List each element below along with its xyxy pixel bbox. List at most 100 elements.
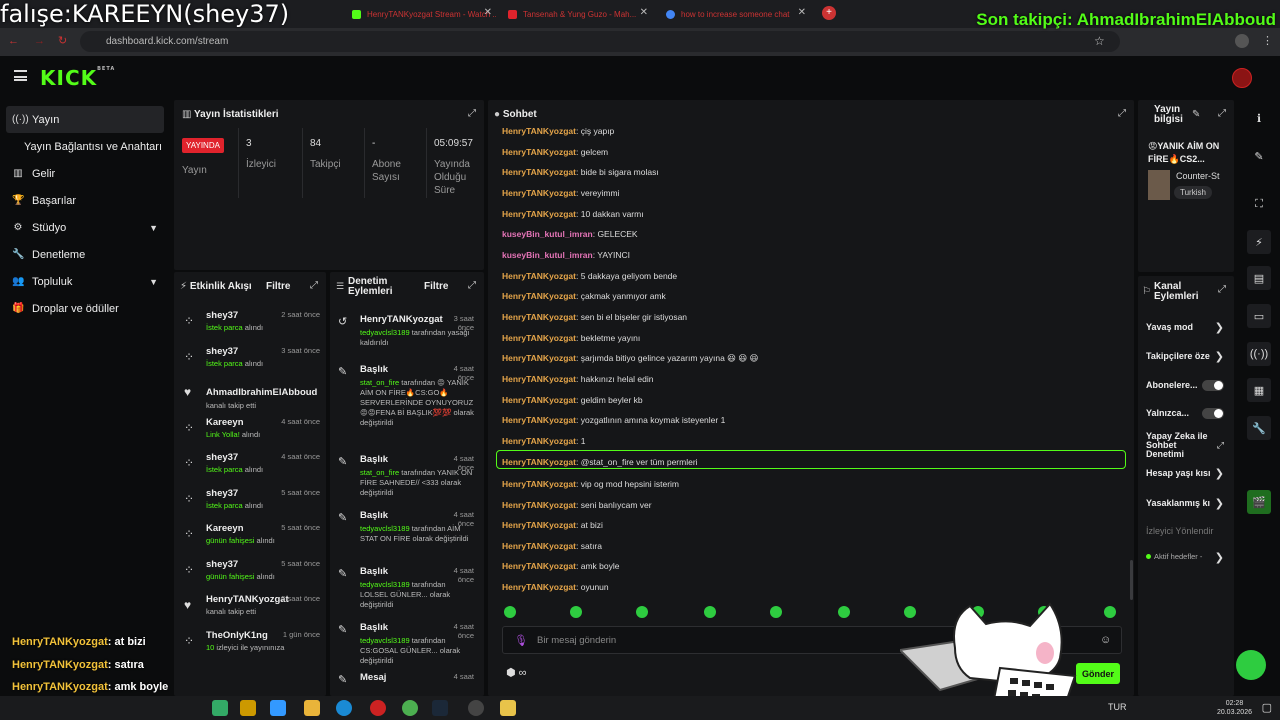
sidebar-item-stream[interactable]: ((·)) Yayın bbox=[6, 106, 164, 133]
close-tab-icon[interactable]: ✕ bbox=[640, 7, 648, 18]
new-tab-icon[interactable]: + bbox=[822, 6, 836, 20]
emote-icon[interactable] bbox=[770, 606, 782, 618]
emote-icon[interactable] bbox=[636, 606, 648, 618]
close-tab-icon[interactable]: ✕ bbox=[798, 7, 806, 18]
chat-username[interactable]: HenryTANKyozgat bbox=[502, 436, 576, 446]
moderation-filter-button[interactable]: Filtre bbox=[424, 281, 448, 292]
broadcast-icon[interactable]: ((·)) bbox=[1247, 342, 1271, 366]
app-taskbar-icon[interactable] bbox=[468, 700, 484, 716]
info-icon[interactable]: ℹ bbox=[1247, 106, 1271, 130]
expand-icon[interactable]: ⤢ bbox=[1218, 284, 1226, 295]
user-avatar[interactable] bbox=[1232, 68, 1252, 88]
back-icon[interactable]: ← bbox=[8, 35, 19, 47]
sidebar-item-moderation[interactable]: 🔧 Denetleme bbox=[0, 241, 170, 268]
toggle-switch[interactable] bbox=[1202, 408, 1224, 419]
external-link-icon[interactable]: ⤢ bbox=[1217, 440, 1224, 451]
browser-tab[interactable]: Tansenah & Yung Guzo - Mah... ✕ bbox=[502, 4, 652, 24]
chat-username[interactable]: HenryTANKyozgat bbox=[502, 500, 576, 510]
browser-tab[interactable]: how to increase someone chat ✕ bbox=[660, 4, 810, 24]
notification-icon[interactable]: ▢ bbox=[1262, 701, 1272, 714]
chevron-right-icon[interactable]: ❯ bbox=[1215, 551, 1224, 564]
channel-action-label[interactable]: Takipçilere öze bbox=[1146, 351, 1216, 361]
expand-icon[interactable]: ⤢ bbox=[310, 280, 318, 291]
chat-username[interactable]: HenryTANKyozgat bbox=[502, 479, 576, 489]
sidebar-item-achievements[interactable]: 🏆 Başarılar bbox=[0, 187, 170, 214]
chat-username[interactable]: HenryTANKyozgat bbox=[502, 147, 576, 157]
chat-username[interactable]: HenryTANKyozgat bbox=[502, 457, 576, 467]
expand-icon[interactable]: ⤢ bbox=[1118, 108, 1126, 119]
expand-icon[interactable]: ⤢ bbox=[468, 280, 476, 291]
bookmark-star-icon[interactable]: ☆ bbox=[1094, 34, 1105, 48]
chat-username[interactable]: HenryTANKyozgat bbox=[502, 126, 576, 136]
fullscreen-icon[interactable]: ⛶ bbox=[1247, 192, 1271, 216]
channel-action-label[interactable]: Yapay Zeka ile Sohbet Denetimi bbox=[1146, 432, 1212, 459]
expand-icon[interactable]: ⤢ bbox=[468, 108, 476, 119]
language-indicator[interactable]: TUR bbox=[1108, 702, 1127, 712]
activity-filter-button[interactable]: Filtre bbox=[266, 281, 290, 292]
channel-action-label[interactable]: Yasaklanmış kı bbox=[1146, 498, 1216, 508]
app-taskbar-icon[interactable] bbox=[240, 700, 256, 716]
chat-username[interactable]: HenryTANKyozgat bbox=[502, 291, 576, 301]
lightning-icon[interactable]: ⚡ bbox=[1247, 230, 1271, 254]
kick-logo[interactable]: KICKBETA bbox=[40, 66, 115, 90]
chevron-right-icon[interactable]: ❯ bbox=[1215, 350, 1224, 363]
channel-action-label[interactable]: İzleyici Yönlendir bbox=[1146, 526, 1216, 536]
steam-icon[interactable] bbox=[432, 700, 448, 716]
channel-action-label[interactable]: Yavaş mod bbox=[1146, 322, 1216, 332]
chat-username[interactable]: HenryTANKyozgat bbox=[502, 167, 576, 177]
chevron-right-icon[interactable]: ❯ bbox=[1215, 321, 1224, 334]
clapperboard-icon[interactable]: 🎬 bbox=[1247, 490, 1271, 514]
emote-icon[interactable] bbox=[504, 606, 516, 618]
sidebar-item-stream-key[interactable]: Yayın Bağlantısı ve Anahtarı bbox=[0, 133, 170, 160]
microphone-icon[interactable]: 🎙 bbox=[514, 634, 528, 647]
emoji-icon[interactable]: ☺ bbox=[1100, 634, 1111, 646]
expand-icon[interactable]: ⤢ bbox=[1218, 108, 1226, 119]
chat-username[interactable]: HenryTANKyozgat bbox=[502, 188, 576, 198]
chat-username[interactable]: HenryTANKyozgat bbox=[502, 353, 576, 363]
chat-username[interactable]: HenryTANKyozgat bbox=[502, 415, 576, 425]
system-clock[interactable]: 02:28 20.03.2026 bbox=[1217, 699, 1252, 717]
chat-username[interactable]: HenryTANKyozgat bbox=[502, 271, 576, 281]
emote-icon[interactable] bbox=[838, 606, 850, 618]
edge-icon[interactable] bbox=[336, 700, 352, 716]
profile-icon[interactable] bbox=[1235, 34, 1249, 48]
sidebar-item-drops[interactable]: 🎁 Droplar ve ödüller bbox=[0, 295, 170, 322]
emote-icon[interactable] bbox=[1104, 606, 1116, 618]
app-taskbar-icon[interactable] bbox=[270, 700, 286, 716]
pencil-icon[interactable]: ✎ bbox=[1247, 144, 1271, 168]
chat-username[interactable]: kuseyBin_kutul_imran bbox=[502, 229, 593, 239]
category-name[interactable]: Counter-St bbox=[1176, 171, 1224, 181]
app-taskbar-icon[interactable] bbox=[212, 700, 228, 716]
emote-icon[interactable] bbox=[704, 606, 716, 618]
browser-menu-icon[interactable]: ⋮ bbox=[1262, 34, 1273, 47]
document-icon[interactable]: ▤ bbox=[1247, 266, 1271, 290]
sidebar-item-studio[interactable]: ⚙ Stüdyo ▼ bbox=[0, 214, 170, 241]
send-button[interactable]: Gönder bbox=[1076, 663, 1120, 684]
emote-icon[interactable] bbox=[570, 606, 582, 618]
channel-points[interactable]: ⬢ ∞ bbox=[506, 666, 527, 679]
chat-username[interactable]: HenryTANKyozgat bbox=[502, 520, 576, 530]
chat-scrollbar[interactable] bbox=[1130, 560, 1133, 600]
chat-username[interactable]: HenryTANKyozgat bbox=[502, 541, 576, 551]
chat-username[interactable]: HenryTANKyozgat bbox=[502, 374, 576, 384]
channel-action-label[interactable]: Aktif hedefler - bbox=[1154, 552, 1224, 561]
close-tab-icon[interactable]: ✕ bbox=[484, 7, 492, 18]
chat-username[interactable]: HenryTANKyozgat bbox=[502, 209, 576, 219]
url-input[interactable]: dashboard.kick.com/stream bbox=[80, 31, 1120, 52]
chat-username[interactable]: HenryTANKyozgat bbox=[502, 395, 576, 405]
sidebar-item-community[interactable]: 👥 Topluluk ▼ bbox=[0, 268, 170, 295]
chrome-icon[interactable] bbox=[402, 700, 418, 716]
chat-username[interactable]: HenryTANKyozgat bbox=[502, 312, 576, 322]
toggle-switch[interactable] bbox=[1202, 380, 1224, 391]
chevron-right-icon[interactable]: ❯ bbox=[1215, 467, 1224, 480]
browser-tab[interactable]: HenryTANKyozgat Stream - Watch ... ✕ bbox=[346, 4, 496, 24]
chat-username[interactable]: HenryTANKyozgat bbox=[502, 333, 576, 343]
sidebar-item-revenue[interactable]: ▥ Gelir bbox=[0, 160, 170, 187]
folder-icon[interactable] bbox=[304, 700, 320, 716]
green-status-dot[interactable] bbox=[1236, 650, 1266, 680]
opera-icon[interactable] bbox=[370, 700, 386, 716]
hamburger-menu-icon[interactable] bbox=[14, 70, 27, 81]
app-taskbar-icon[interactable] bbox=[500, 700, 516, 716]
chat-username[interactable]: kuseyBin_kutul_imran bbox=[502, 250, 593, 260]
wrench-icon[interactable]: 🔧 bbox=[1247, 416, 1271, 440]
